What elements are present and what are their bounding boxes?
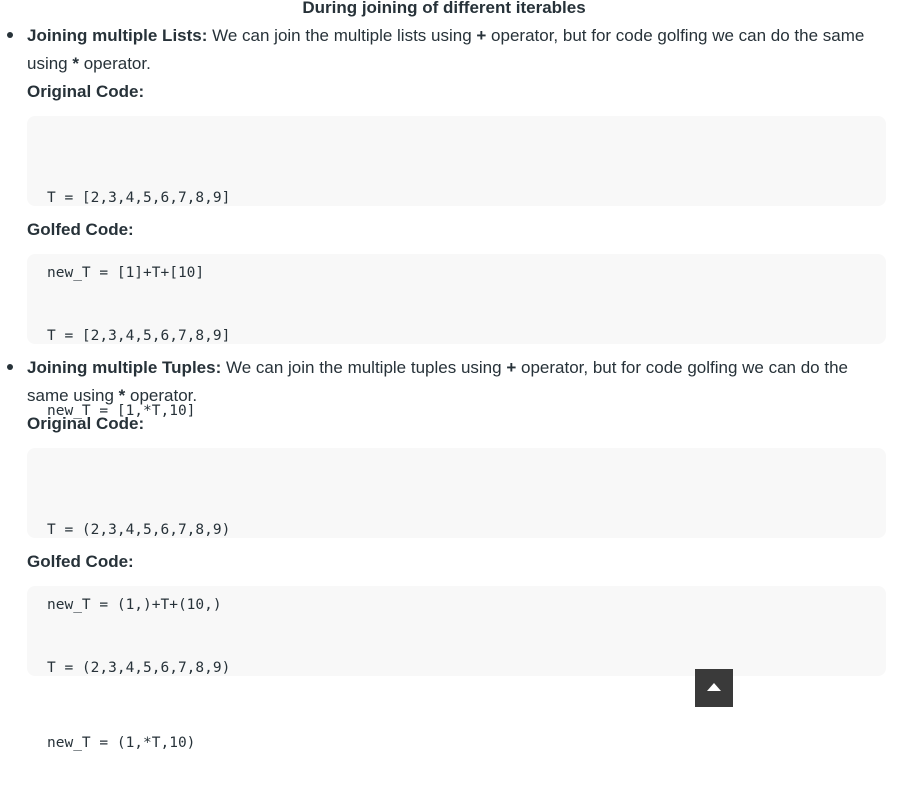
plus-operator: + xyxy=(476,26,487,45)
code-line: T = (2,3,4,5,6,7,8,9) xyxy=(47,660,231,676)
section-heading: During joining of different iterables xyxy=(302,0,586,17)
code-line: new_T = (1,*T,10) xyxy=(47,735,196,751)
code-block-original: T = [2,3,4,5,6,7,8,9] new_T = [1]+T+[10] xyxy=(27,116,886,281)
bullet-icon xyxy=(7,32,13,38)
item-title: Joining multiple Tuples: xyxy=(27,358,222,377)
code-line: T = (2,3,4,5,6,7,8,9) xyxy=(47,522,231,538)
description-text: operator. xyxy=(125,386,198,405)
golfed-code-label: Golfed Code: xyxy=(27,552,134,571)
description-text: operator. xyxy=(79,54,151,73)
plus-operator: + xyxy=(506,358,517,377)
code-block-original: T = (2,3,4,5,6,7,8,9) new_T = (1,)+T+(10… xyxy=(27,448,886,613)
list-item-joining-lists: Joining multiple Lists: We can join the … xyxy=(7,22,887,419)
list-item-joining-tuples: Joining multiple Tuples: We can join the… xyxy=(7,354,887,751)
bullet-icon xyxy=(7,364,13,370)
description-text: We can join the multiple lists using xyxy=(207,26,477,45)
star-operator: * xyxy=(72,54,79,73)
code-line: T = [2,3,4,5,6,7,8,9] xyxy=(47,328,231,344)
item-description: Joining multiple Lists: We can join the … xyxy=(27,22,887,78)
chevron-up-icon xyxy=(707,683,721,691)
description-text: We can join the multiple tuples using xyxy=(221,358,507,377)
item-description: Joining multiple Tuples: We can join the… xyxy=(27,354,887,410)
scroll-to-top-button[interactable] xyxy=(695,669,733,707)
golfed-code-label: Golfed Code: xyxy=(27,220,134,239)
item-title: Joining multiple Lists: xyxy=(27,26,208,45)
code-line: T = [2,3,4,5,6,7,8,9] xyxy=(47,190,231,206)
original-code-label: Original Code: xyxy=(27,82,145,101)
original-code-label: Original Code: xyxy=(27,414,145,433)
